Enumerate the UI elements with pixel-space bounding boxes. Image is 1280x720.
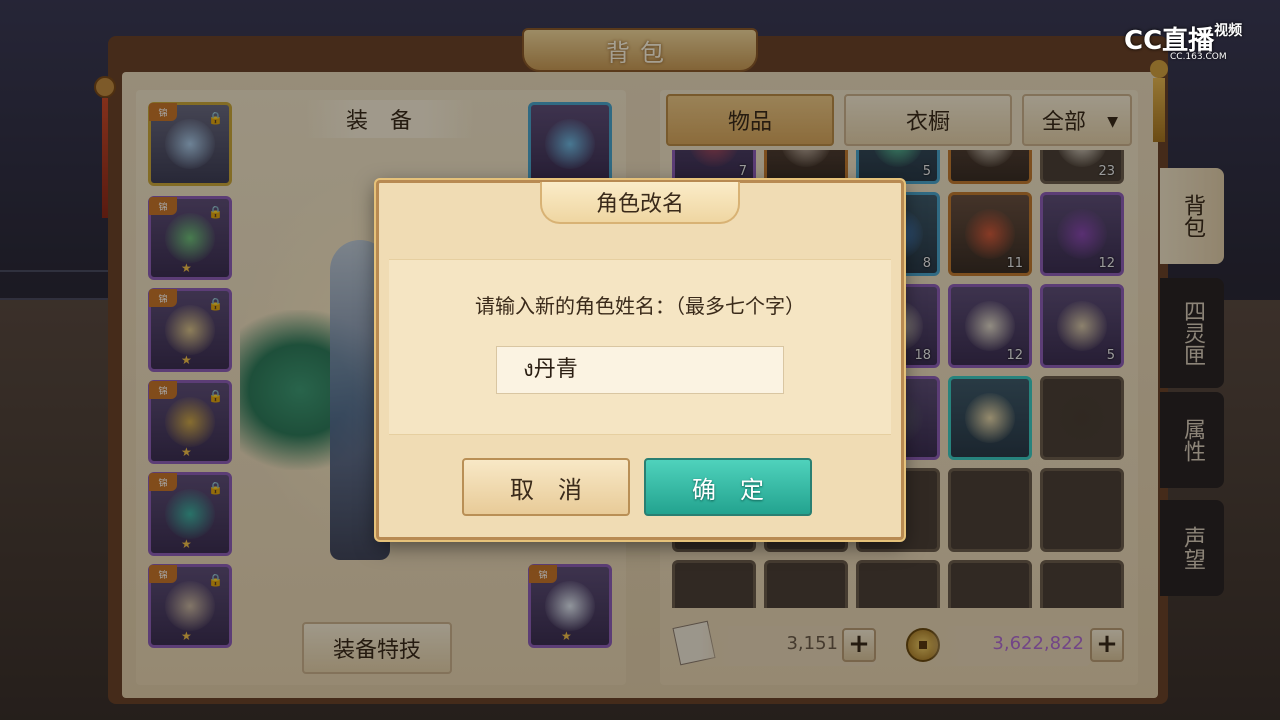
dialog-prompt: 请输入新的角色姓名：（最多七个字） [475, 294, 805, 318]
stream-watermark: CC直播视频 CC.163.COM [1124, 20, 1274, 64]
confirm-button[interactable]: 确定 [644, 458, 812, 516]
dialog-title: 角色改名 [595, 192, 684, 217]
watermark-domain: CC.163.COM [1170, 52, 1227, 62]
dialog-title-plaque: 角色改名 [540, 182, 740, 224]
cancel-button[interactable]: 取消 [462, 458, 630, 516]
name-input[interactable]: ง丹青 [496, 346, 784, 394]
